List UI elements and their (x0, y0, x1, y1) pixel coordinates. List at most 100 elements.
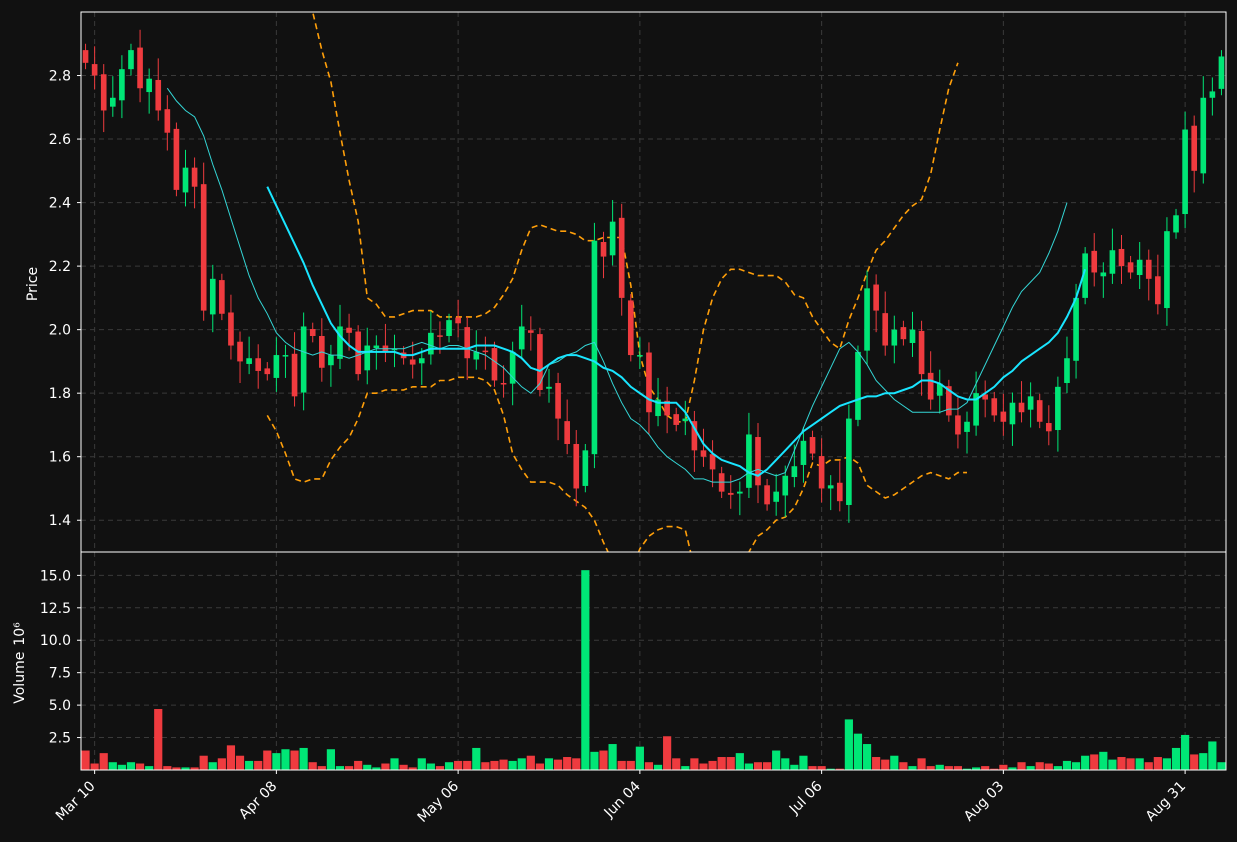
candle-body (573, 444, 580, 489)
volume-bar (1126, 758, 1135, 770)
candle-body (682, 418, 689, 422)
volume-bar (326, 749, 335, 770)
candle-body (273, 355, 280, 378)
volume-bar (781, 758, 790, 770)
volume-bar (690, 758, 699, 770)
volume-tick-label: 5.0 (49, 698, 71, 714)
volume-bars (81, 570, 1226, 770)
volume-bar (535, 763, 544, 770)
candle-body (82, 50, 89, 63)
candle-body (646, 352, 652, 413)
candle-body (246, 358, 252, 364)
volume-bar (590, 751, 599, 770)
candle-body (128, 50, 134, 70)
volume-bar (1208, 741, 1217, 770)
band-lines (266, 12, 967, 552)
candle-body (1145, 259, 1152, 279)
volume-bar (881, 759, 890, 770)
candle-body (864, 288, 870, 351)
volume-bar (481, 762, 490, 770)
candle-body (491, 348, 498, 381)
volume-bar (354, 760, 363, 770)
volume-bar (517, 758, 526, 770)
volume-bar (344, 766, 354, 770)
volume-bar (426, 763, 435, 770)
volume-bar (999, 764, 1008, 770)
volume-bar (245, 760, 254, 770)
volume-bar (1190, 754, 1199, 770)
candles-series (82, 29, 1225, 523)
volume-bar (981, 766, 990, 770)
volume-bar (199, 755, 208, 770)
volume-bar (81, 750, 90, 770)
volume-bar (653, 764, 663, 770)
candle-body (564, 421, 570, 444)
moving-averages (166, 87, 1087, 483)
volume-bar (1035, 762, 1044, 770)
candle-body (773, 491, 779, 502)
x-tick-label: Jul 06 (786, 778, 826, 818)
candle-body (1091, 250, 1098, 273)
candle-body (446, 320, 452, 336)
volume-bar (163, 766, 172, 770)
price-tick-label: 1.6 (49, 450, 71, 466)
volume-bar (399, 764, 408, 770)
volume-bar (862, 744, 872, 770)
volume-bar (117, 764, 126, 770)
candle-body (909, 329, 916, 343)
x-tick-label: Mar 10 (53, 778, 99, 824)
volume-bar (853, 733, 863, 770)
volume-bar (808, 766, 817, 770)
volume-bar (1099, 751, 1108, 770)
volume-bar (208, 762, 217, 770)
volume-bar (735, 753, 744, 770)
volume-bar (844, 719, 853, 770)
volume-bar (672, 758, 681, 770)
volume-bar (553, 759, 563, 770)
candle-body (955, 415, 961, 435)
candle-body (600, 241, 607, 257)
candle-body (291, 353, 298, 397)
volume-tick-label: 7.5 (49, 666, 71, 682)
candle-body (219, 280, 225, 314)
volume-tick-label: 12.5 (40, 601, 71, 617)
volume-bar (1171, 747, 1181, 770)
candle-body (455, 317, 461, 324)
volume-bar (1017, 762, 1026, 770)
candle-body (346, 327, 352, 333)
volume-bar (917, 758, 926, 770)
candle-body (827, 485, 834, 489)
candle-body (818, 456, 825, 489)
candle-body (182, 167, 189, 193)
volume-bar (281, 749, 290, 770)
volume-bar (490, 760, 499, 770)
volume-y-ticks: 2.5 5.0 7.5 10.0 12.5 15.0 (40, 568, 81, 747)
candle-body (1118, 248, 1125, 267)
price-tick-label: 2.2 (49, 259, 71, 275)
candle-body (891, 329, 898, 346)
price-gridlines (81, 12, 1226, 552)
candle-body (500, 383, 507, 385)
volume-bar (890, 755, 899, 770)
candle-body (637, 355, 643, 357)
candle-body (437, 335, 443, 337)
volume-bar (908, 766, 917, 770)
volume-bar (726, 757, 735, 770)
volume-bar (1181, 734, 1190, 770)
candle-body (237, 341, 243, 362)
candle-body (964, 421, 970, 432)
band-lower-line (266, 376, 967, 552)
candle-body (918, 330, 925, 375)
volume-bar (644, 762, 654, 770)
volume-bar (572, 758, 581, 770)
candle-body (1027, 396, 1034, 410)
volume-bar (1162, 758, 1172, 770)
volume-bar (626, 760, 635, 770)
candle-body (1191, 125, 1198, 171)
volume-bar (935, 764, 944, 770)
candle-body (846, 418, 852, 505)
candle-body (1209, 91, 1216, 98)
volume-bar (899, 762, 908, 770)
candle-body (991, 398, 998, 416)
candle-body (582, 450, 589, 486)
